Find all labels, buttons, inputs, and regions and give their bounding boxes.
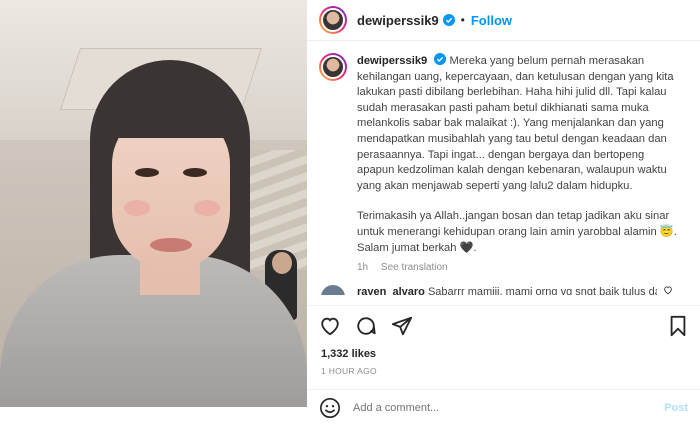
commenter-avatar[interactable] (321, 285, 345, 295)
photo-lips (150, 238, 192, 252)
follow-button[interactable]: Follow (471, 13, 512, 28)
verified-badge-icon (442, 14, 455, 26)
caption-text: dewiperssik9 Mereka yang belum pernah me… (357, 53, 677, 256)
comment-text: rayen_alvaro Sabarrr mamiii, mami orng y… (357, 285, 657, 295)
header-separator: • (460, 13, 465, 27)
action-icons-row (307, 306, 700, 340)
caption-paragraph-2: Terimakasih ya Allah..jangan bosan dan t… (357, 210, 677, 254)
caption-username[interactable]: dewiperssik9 (357, 55, 427, 67)
post-caption: dewiperssik9 Mereka yang belum pernah me… (319, 53, 688, 256)
share-paper-plane-icon[interactable] (391, 315, 413, 337)
post-photo[interactable] (0, 0, 307, 407)
comment-bubble-icon[interactable] (355, 315, 377, 337)
caption-verified-badge-icon (434, 53, 447, 65)
comment-body: Sabarrr mamiii, mami orng yg sngt baik t… (427, 286, 657, 295)
post-actions: 1,332 likes 1 HOUR AGO (307, 305, 700, 378)
photo-left-cheek (124, 200, 150, 216)
post-comment-button[interactable]: Post (664, 402, 688, 414)
caption-meta: 1h See translation (357, 262, 688, 273)
commenter-username[interactable]: rayen_alvaro (357, 286, 425, 295)
comment-like-heart-icon[interactable] (663, 285, 673, 295)
caption-paragraph-1: Mereka yang belum pernah merasakan kehil… (357, 55, 674, 192)
see-translation-link[interactable]: See translation (381, 262, 448, 273)
author-avatar-image (321, 8, 345, 32)
add-comment-bar: Post (307, 389, 700, 426)
author-avatar[interactable] (319, 6, 347, 34)
post-side-panel: dewiperssik9 • Follow dewiperssik9 Merek… (307, 0, 700, 426)
author-username[interactable]: dewiperssik9 (357, 13, 439, 28)
photo-left-eye (135, 168, 159, 177)
post-time-ago[interactable]: 1 HOUR AGO (307, 366, 700, 376)
emoji-smiley-icon[interactable] (319, 397, 341, 419)
save-bookmark-icon[interactable] (668, 315, 688, 337)
caption-time[interactable]: 1h (357, 262, 368, 273)
likes-count[interactable]: 1,332 likes (307, 348, 700, 360)
photo-bangs (108, 88, 238, 138)
caption-author-avatar[interactable] (319, 53, 347, 81)
instagram-post-window: dewiperssik9 • Follow dewiperssik9 Merek… (0, 0, 700, 426)
comment-item: rayen_alvaro Sabarrr mamiii, mami orng y… (319, 285, 688, 295)
add-comment-input[interactable] (351, 401, 665, 415)
caption-author-avatar-image (321, 55, 345, 79)
photo-right-cheek (194, 200, 220, 216)
photo-background-person-face (272, 252, 292, 274)
comments-section[interactable]: dewiperssik9 Mereka yang belum pernah me… (307, 41, 700, 295)
like-heart-icon[interactable] (319, 315, 341, 337)
post-header: dewiperssik9 • Follow (307, 0, 700, 41)
photo-right-eye (183, 168, 207, 177)
